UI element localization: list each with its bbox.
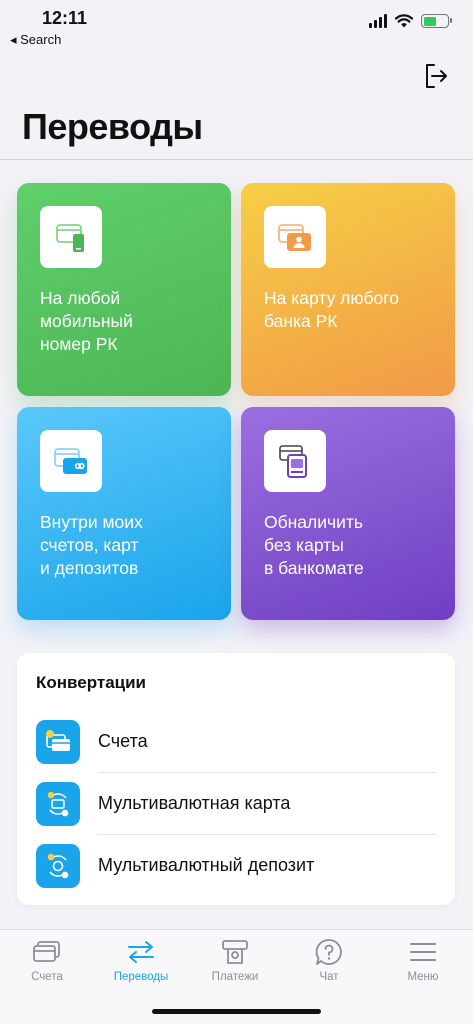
phone-card-icon	[40, 206, 102, 268]
tile-to-any-bank-card[interactable]: На карту любого банка РК	[241, 183, 455, 396]
back-to-search-link[interactable]: ◂ Search	[10, 32, 61, 48]
wifi-icon	[395, 14, 413, 28]
multicurrency-card-icon	[36, 782, 80, 826]
cards-icon	[32, 938, 62, 966]
transfer-tiles: На любой мобильный номер РК На карту люб…	[17, 183, 455, 620]
conversion-row-label: Счета	[98, 731, 148, 751]
battery-icon	[421, 14, 452, 28]
tab-payments[interactable]: Платежи	[188, 930, 282, 992]
status-icons	[369, 14, 452, 28]
tab-label: Меню	[407, 971, 439, 983]
multicurrency-deposit-icon	[36, 844, 80, 888]
tab-label: Переводы	[113, 971, 169, 983]
conversion-row-multicurrency-deposit[interactable]: Мультивалютный депозит	[17, 835, 455, 897]
status-bar: 12:11 ◂ Search	[0, 0, 473, 52]
tile-cash-withdrawal-atm[interactable]: Обналичить без карты в банкомате	[241, 407, 455, 620]
tab-label: Платежи	[211, 971, 259, 983]
conversion-row-multicurrency-card[interactable]: Мультивалютная карта	[17, 773, 455, 835]
cellular-signal-icon	[369, 14, 387, 28]
transfer-arrows-icon	[125, 938, 157, 966]
own-cards-icon	[40, 430, 102, 492]
tab-label: Счета	[31, 971, 63, 983]
conversion-row-label: Мультивалютный депозит	[98, 855, 315, 875]
tile-to-mobile-number[interactable]: На любой мобильный номер РК	[17, 183, 231, 396]
menu-icon	[409, 938, 437, 966]
tile-label: Внутри моих счетов, карт и депозитов	[40, 512, 143, 578]
chat-question-icon	[314, 938, 344, 966]
page-title: Переводы	[22, 106, 203, 147]
conversion-row-label: Мультивалютная карта	[98, 793, 291, 813]
tab-accounts[interactable]: Счета	[0, 930, 94, 992]
home-indicator[interactable]	[152, 1009, 321, 1014]
tab-chat[interactable]: Чат	[282, 930, 376, 992]
user-card-icon	[264, 206, 326, 268]
tile-between-own-accounts[interactable]: Внутри моих счетов, карт и депозитов	[17, 407, 231, 620]
status-time: 12:11	[42, 8, 88, 28]
conversions-card: Конвертации Счета Мультивалютная карта М…	[17, 653, 455, 905]
tab-menu[interactable]: Меню	[376, 930, 470, 992]
tab-label: Чат	[319, 971, 339, 983]
logout-icon	[426, 64, 447, 88]
tile-label: На карту любого банка РК	[264, 288, 400, 331]
tab-transfers[interactable]: Переводы	[94, 930, 188, 992]
conversions-title: Конвертации	[36, 673, 147, 692]
conversion-row-accounts[interactable]: Счета	[17, 711, 455, 773]
logout-button[interactable]	[420, 60, 452, 92]
accounts-exchange-icon	[36, 720, 80, 764]
title-divider	[0, 159, 473, 160]
tile-label: На любой мобильный номер РК	[40, 288, 133, 354]
payment-terminal-icon	[220, 938, 250, 966]
tile-label: Обналичить без карты в банкомате	[264, 512, 364, 578]
atm-icon	[264, 430, 326, 492]
